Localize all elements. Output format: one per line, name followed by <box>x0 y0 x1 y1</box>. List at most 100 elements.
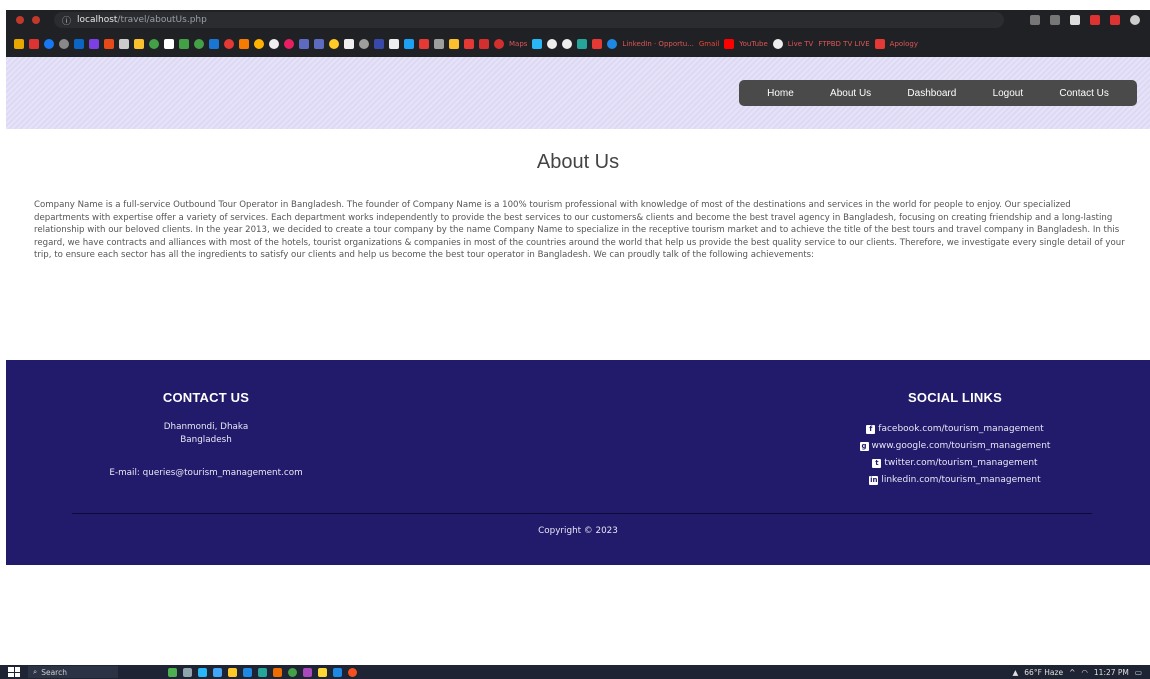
bookmark-icon[interactable] <box>329 38 339 49</box>
app-icon[interactable] <box>198 667 207 677</box>
social-section: SOCIAL LINKS f facebook.com/tourism_mana… <box>835 390 1075 489</box>
bookmark-icon[interactable] <box>29 38 39 49</box>
contact-email[interactable]: E-mail: queries@tourism_management.com <box>86 467 326 480</box>
bookmark-icon[interactable] <box>314 38 324 49</box>
bookmark-apology[interactable]: Apology <box>890 40 918 48</box>
bookmark-icon[interactable] <box>134 38 144 49</box>
bookmark-icon[interactable] <box>284 38 294 49</box>
task-view-icon[interactable] <box>183 667 192 677</box>
app-icon[interactable] <box>258 667 267 677</box>
profile-avatar[interactable] <box>1130 15 1140 25</box>
bookmark-icon[interactable] <box>419 38 429 49</box>
contact-section: CONTACT US Dhanmondi, Dhaka Bangladesh E… <box>86 390 326 480</box>
screen: ⓘ localhost /travel/aboutUs.php Maps Lin… <box>0 0 1150 679</box>
social-heading: SOCIAL LINKS <box>908 390 1002 405</box>
bookmark-icon[interactable] <box>449 38 459 49</box>
bookmark-youtube[interactable]: YouTube <box>739 40 767 48</box>
file-explorer-icon[interactable] <box>228 667 237 677</box>
bookmark-icon[interactable] <box>209 38 219 49</box>
wifi-icon[interactable]: ◠ <box>1081 668 1088 677</box>
extension-icon[interactable] <box>1070 15 1080 25</box>
social-link-facebook[interactable]: f facebook.com/tourism_management <box>835 421 1075 438</box>
social-link-text: twitter.com/tourism_management <box>884 458 1038 468</box>
youtube-bookmark-icon[interactable] <box>724 38 735 49</box>
bookmark-icon[interactable] <box>577 38 588 49</box>
bookmark-icon[interactable] <box>164 38 174 49</box>
chevron-up-icon[interactable]: ^ <box>1069 668 1075 677</box>
nav-logout[interactable]: Logout <box>993 88 1024 99</box>
taskbar-search[interactable]: ⌕ Search <box>28 666 118 678</box>
bookmark-icon[interactable] <box>547 38 558 49</box>
social-link-linkedin[interactable]: in linkedin.com/tourism_management <box>835 472 1075 489</box>
linkedin-bookmark-icon[interactable] <box>74 38 84 49</box>
bookmark-gmail[interactable]: Gmail <box>699 40 719 48</box>
vscode-icon[interactable] <box>333 667 342 677</box>
nav-contact-us[interactable]: Contact Us <box>1059 88 1108 99</box>
share-icon[interactable] <box>1030 15 1040 25</box>
bookmark-icon[interactable] <box>119 38 129 49</box>
bookmark-icon[interactable] <box>374 38 384 49</box>
bookmark-icon[interactable] <box>772 38 783 49</box>
bookmark-icon[interactable] <box>389 38 399 49</box>
nav-dashboard[interactable]: Dashboard <box>907 88 956 99</box>
bookmark-ftpbd-tv[interactable]: FTPBD TV LIVE <box>818 40 869 48</box>
address-bar[interactable]: ⓘ localhost /travel/aboutUs.php <box>54 12 1004 28</box>
social-link-google[interactable]: g www.google.com/tourism_management <box>835 438 1075 455</box>
system-tray: ▲ 66°F Haze ^ ◠ 11:27 PM ▭ <box>1013 668 1143 677</box>
windows-start-icon[interactable] <box>8 667 20 677</box>
bookmark-icon[interactable] <box>874 38 885 49</box>
chrome-icon[interactable] <box>348 667 357 677</box>
edge-icon[interactable] <box>213 667 222 677</box>
bookmark-icon[interactable] <box>254 38 264 49</box>
bookmark-icon[interactable] <box>59 38 69 49</box>
app-icon[interactable] <box>273 667 282 677</box>
app-icon[interactable] <box>303 667 312 677</box>
bookmark-icon[interactable] <box>607 38 618 49</box>
back-icon[interactable] <box>16 16 24 24</box>
facebook-bookmark-icon[interactable] <box>44 38 54 49</box>
store-icon[interactable] <box>243 667 252 677</box>
bookmark-icon[interactable] <box>464 38 474 49</box>
info-icon[interactable]: ⓘ <box>62 14 71 27</box>
nav-home[interactable]: Home <box>767 88 794 99</box>
notification-icon[interactable]: ▭ <box>1135 668 1142 677</box>
nav-about-us[interactable]: About Us <box>830 88 871 99</box>
address-line-1: Dhanmondi, Dhaka <box>163 422 249 432</box>
bookmark-icon[interactable] <box>104 38 114 49</box>
pinterest-bookmark-icon[interactable] <box>224 38 234 49</box>
twitter-bookmark-icon[interactable] <box>404 38 414 49</box>
bookmark-icon[interactable] <box>359 38 369 49</box>
extension-icon[interactable] <box>1090 15 1100 25</box>
weather-text[interactable]: 66°F Haze <box>1024 668 1063 677</box>
bookmark-linkedin[interactable]: LinkedIn · Opportu... <box>622 40 693 48</box>
time[interactable]: 11:27 PM <box>1094 668 1129 677</box>
reload-icon[interactable] <box>32 16 40 24</box>
bookmark-icon[interactable] <box>239 38 249 49</box>
main-content: About Us Company Name is a full-service … <box>6 129 1150 360</box>
bookmark-icon[interactable] <box>269 38 279 49</box>
social-link-twitter[interactable]: t twitter.com/tourism_management <box>835 455 1075 472</box>
menu-icon[interactable] <box>1110 15 1120 25</box>
bookmark-maps[interactable]: Maps <box>509 40 527 48</box>
bookmark-icon[interactable] <box>149 38 159 49</box>
github-bookmark-icon[interactable] <box>562 38 573 49</box>
bookmark-icon[interactable] <box>299 38 309 49</box>
app-icon[interactable] <box>168 667 177 677</box>
app-icon[interactable] <box>318 667 327 677</box>
bookmark-icon[interactable] <box>89 38 99 49</box>
bookmark-icon[interactable] <box>592 38 603 49</box>
social-link-text: www.google.com/tourism_management <box>871 441 1051 451</box>
bookmark-icon[interactable] <box>479 38 489 49</box>
star-icon[interactable] <box>1050 15 1060 25</box>
about-paragraph: Company Name is a full-service Outbound … <box>34 200 1125 260</box>
bookmark-icon[interactable] <box>344 38 354 49</box>
whatsapp-icon[interactable] <box>288 667 297 677</box>
bookmark-icon[interactable] <box>434 38 444 49</box>
bookmark-live-tv[interactable]: Live TV <box>788 40 814 48</box>
bookmark-icon[interactable] <box>532 38 543 49</box>
bookmark-icon[interactable] <box>179 38 189 49</box>
bookmark-icon[interactable] <box>14 38 24 49</box>
maps-bookmark-icon[interactable] <box>494 38 504 49</box>
bookmark-icon[interactable] <box>194 38 204 49</box>
